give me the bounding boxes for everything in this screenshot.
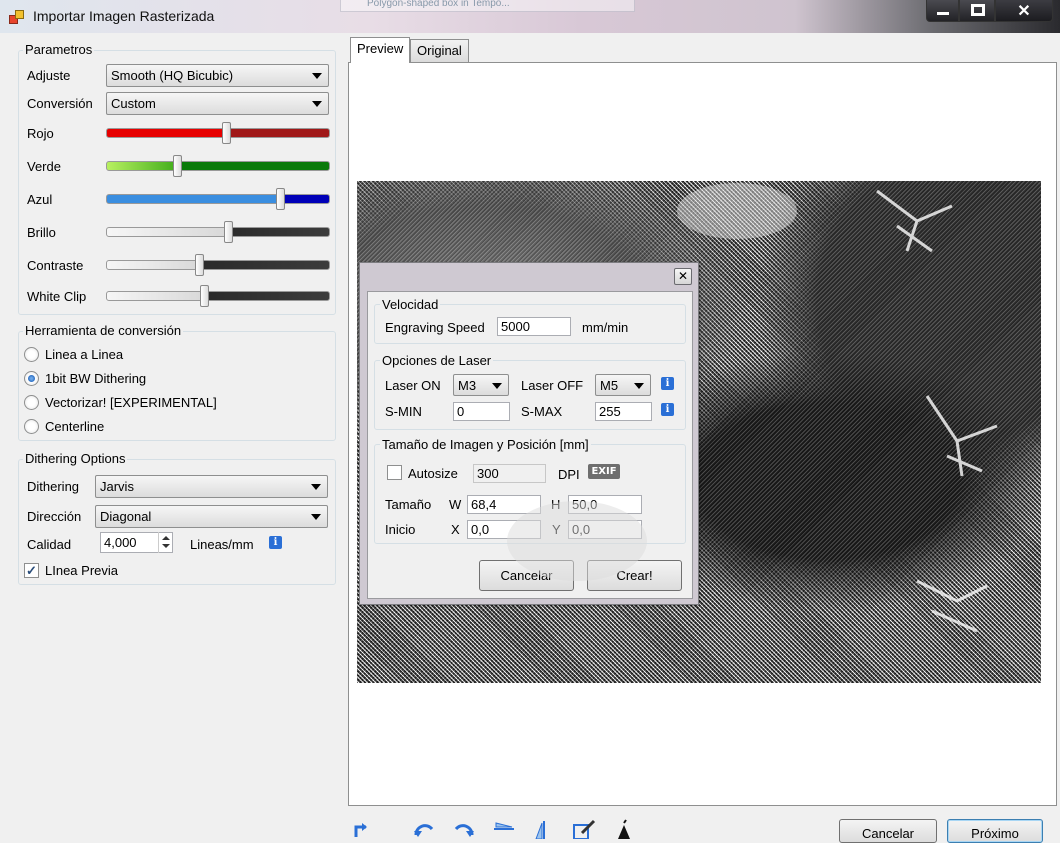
chevron-down-icon — [312, 73, 322, 79]
calidad-label: Calidad — [27, 537, 72, 552]
herramienta-title: Herramienta de conversión — [23, 323, 184, 338]
white-clip-label: White Clip — [27, 289, 87, 304]
radio-1bit-bw-dithering[interactable] — [24, 371, 39, 386]
conversion-value: Custom — [111, 96, 156, 111]
rojo-label: Rojo — [27, 126, 54, 141]
tab-original[interactable]: Original — [410, 39, 469, 62]
radio-linea-a-linea[interactable] — [24, 347, 39, 362]
calidad-value: 4,000 — [104, 535, 137, 550]
radio-vectorizar[interactable] — [24, 395, 39, 410]
spin-up-icon — [162, 536, 170, 540]
preview-highlights — [507, 183, 998, 633]
app-icon — [9, 9, 25, 25]
dithering-label: Dithering — [27, 479, 80, 494]
direccion-label: Dirección — [27, 509, 82, 524]
ajuste-value: Smooth (HQ Bicubic) — [111, 68, 234, 83]
calidad-stepper[interactable] — [158, 532, 172, 553]
next-button[interactable]: Próximo — [947, 819, 1043, 843]
rojo-slider-thumb[interactable] — [222, 122, 231, 144]
radio-centerline[interactable] — [24, 419, 39, 434]
centerline-label[interactable]: Centerline — [45, 419, 104, 434]
chevron-down-icon — [311, 484, 321, 490]
contraste-slider-thumb[interactable] — [195, 254, 204, 276]
rotate-left-icon[interactable] — [412, 819, 436, 839]
direccion-value: Diagonal — [100, 509, 152, 524]
azul-slider-thumb[interactable] — [276, 188, 285, 210]
restore-icon[interactable] — [352, 819, 376, 839]
brillo-slider-track[interactable] — [106, 227, 330, 237]
ajuste-label: Adjuste — [27, 68, 71, 83]
invert-icon[interactable] — [612, 819, 636, 839]
title-bar: Importar Imagen Rasterizada Polygon-shap… — [0, 0, 1060, 33]
flip-vertical-icon[interactable] — [532, 819, 556, 840]
info-icon[interactable]: i — [269, 536, 282, 549]
vectorizar-label[interactable]: Vectorizar! [EXPERIMENTAL] — [45, 395, 217, 410]
maximize-button[interactable] — [959, 0, 995, 22]
verde-slider-track[interactable] — [106, 161, 330, 171]
flip-horizontal-icon[interactable] — [492, 819, 516, 839]
brillo-slider-thumb[interactable] — [224, 221, 233, 243]
azul-slider-track[interactable] — [106, 194, 330, 204]
linea-a-linea-label[interactable]: Linea a Linea — [45, 347, 123, 362]
brillo-label: Brillo — [27, 225, 56, 240]
close-window-button[interactable]: ✕ — [995, 0, 1053, 22]
contraste-slider-track[interactable] — [106, 260, 330, 270]
minimize-icon — [937, 12, 949, 15]
close-icon: ✕ — [1017, 3, 1031, 20]
linea-previa-label[interactable]: LInea Previa — [45, 563, 118, 578]
dithered-preview-image — [357, 181, 1041, 683]
edit-icon[interactable] — [572, 819, 596, 840]
minimize-button[interactable] — [926, 0, 959, 22]
cancel-button[interactable]: Cancelar — [839, 819, 937, 843]
contraste-label: Contraste — [27, 258, 84, 273]
verde-slider-thumb[interactable] — [173, 155, 182, 177]
maximize-icon — [971, 4, 985, 16]
white-clip-slider-thumb[interactable] — [200, 285, 209, 307]
parametros-title: Parametros — [23, 42, 95, 57]
rotate-right-icon[interactable] — [452, 819, 476, 839]
calidad-unit: Lineas/mm — [190, 537, 254, 552]
verde-label: Verde — [27, 159, 61, 174]
conversion-select[interactable]: Custom — [106, 92, 329, 115]
dithering-select[interactable]: Jarvis — [95, 475, 328, 498]
chevron-down-icon — [311, 514, 321, 520]
rojo-slider-track[interactable] — [106, 128, 330, 138]
azul-label: Azul — [27, 192, 53, 207]
tab-preview[interactable]: Preview — [350, 37, 411, 63]
dithering-title: Dithering Options — [23, 451, 128, 466]
chevron-down-icon — [312, 101, 322, 107]
window-title: Importar Imagen Rasterizada — [33, 8, 215, 24]
linea-previa-checkbox[interactable]: ✓ — [24, 563, 39, 578]
conversion-label: Conversión — [27, 96, 93, 111]
parametros-group — [18, 50, 336, 315]
spin-down-icon — [162, 544, 170, 548]
direccion-select[interactable]: Diagonal — [95, 505, 328, 528]
ajuste-select[interactable]: Smooth (HQ Bicubic) — [106, 64, 329, 87]
background-tab: Polygon-shaped box in Tempo... — [340, 0, 635, 12]
dithering-value: Jarvis — [100, 479, 134, 494]
1bit-bw-dithering-label[interactable]: 1bit BW Dithering — [45, 371, 146, 386]
white-clip-slider-track[interactable] — [106, 291, 330, 301]
